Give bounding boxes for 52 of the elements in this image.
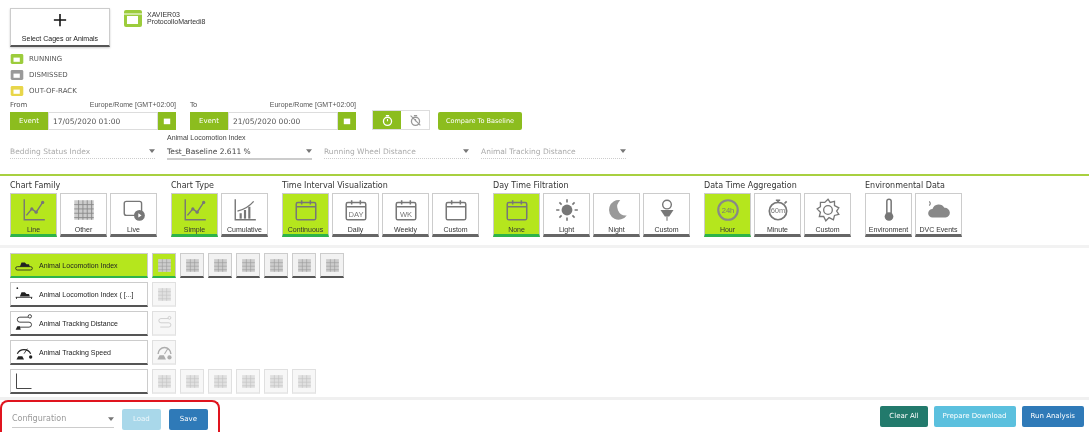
group-title: Data Time Aggregation — [704, 181, 798, 190]
metric-icon — [14, 313, 34, 333]
grid-icon — [155, 256, 173, 274]
grid-icon — [183, 256, 201, 274]
caret-icon — [463, 149, 469, 153]
grid-icon — [211, 372, 229, 390]
stopwatch-icon — [380, 113, 394, 127]
group-title: Day Time Filtration — [493, 181, 570, 190]
view-button[interactable] — [292, 253, 316, 278]
view-button[interactable] — [236, 253, 260, 278]
stopwatch-button[interactable] — [373, 111, 401, 129]
grid-icon — [295, 256, 313, 274]
grid-icon — [211, 256, 229, 274]
grid-icon — [267, 372, 285, 390]
calendar-button[interactable] — [158, 112, 176, 130]
calendar-icon — [163, 117, 171, 125]
view-button[interactable] — [320, 253, 344, 278]
grid-icon — [295, 372, 313, 390]
metric-icon — [14, 371, 34, 391]
cage-status-icon — [10, 68, 24, 81]
grid-icon — [155, 285, 173, 303]
view-button[interactable] — [180, 253, 204, 278]
group-title: Chart Family — [10, 181, 62, 190]
calendar-button[interactable] — [338, 112, 356, 130]
cage-status-icon — [10, 52, 24, 65]
clock-icon: 24h — [714, 197, 741, 223]
metric-button[interactable] — [10, 369, 148, 394]
calendar-icon — [503, 197, 530, 223]
group-title: Time Interval Visualization — [282, 181, 389, 190]
caret-icon — [108, 416, 114, 421]
grid-icon — [239, 372, 257, 390]
group-title: Chart Type — [171, 181, 215, 190]
calendar-icon — [343, 117, 351, 125]
plus-icon — [53, 13, 67, 27]
cage-icon — [123, 8, 143, 28]
caret-icon — [620, 149, 626, 153]
grid-icon — [155, 372, 173, 390]
grid-icon — [323, 256, 341, 274]
grid-icon — [239, 256, 257, 274]
gear-icon — [814, 197, 841, 223]
caret-icon — [306, 149, 312, 153]
grid-icon — [183, 372, 201, 390]
cage-status-icon — [10, 84, 24, 97]
stopwatch-off-icon — [408, 113, 422, 127]
calendar-icon — [292, 197, 319, 223]
calendar-icon — [442, 197, 469, 223]
grid-icon — [267, 256, 285, 274]
caret-icon — [149, 149, 155, 153]
group-title: Environmental Data — [865, 181, 946, 190]
sun-icon — [553, 197, 580, 223]
view-button[interactable] — [264, 253, 288, 278]
view-button[interactable] — [208, 253, 232, 278]
